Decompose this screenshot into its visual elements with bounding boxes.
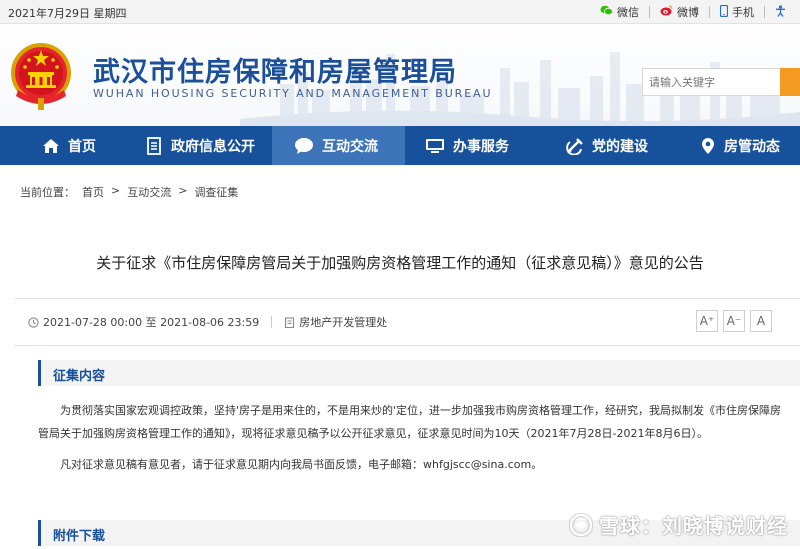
national-emblem-logo [8,40,74,112]
home-icon [43,138,59,153]
search-input[interactable] [642,68,780,96]
font-decrease-button[interactable]: A⁻ [723,310,745,332]
search-box [642,68,800,96]
accessibility-icon [775,4,786,20]
divider [14,345,800,346]
divider [764,6,765,18]
clock-icon [28,316,39,328]
site-header: 武汉市住房保障和房屋管理局 WUHAN HOUSING SECURITY AND… [0,24,800,126]
nav-item-government-info[interactable]: 政府信息公开 [135,126,272,165]
divider [709,6,710,18]
weibo-label: 微博 [677,6,699,19]
breadcrumb-item-interaction[interactable]: 互动交流 [127,184,171,200]
document-icon [147,136,161,155]
site-title: 武汉市住房保障和房屋管理局 [93,57,457,88]
divider [271,316,273,328]
monitor-icon [426,138,444,153]
section-title: 附件下载 [53,529,106,544]
breadcrumb-separator: > [178,184,188,197]
breadcrumb-item-survey[interactable]: 调查征集 [194,184,238,200]
mobile-label: 手机 [732,6,754,19]
font-size-controls: A⁺ A⁻ A [696,310,777,332]
mobile-link[interactable]: 手机 [719,4,754,20]
date-range: 2021-07-28 00:00 至 2021-08-06 23:59 [28,314,259,330]
watermark: 雪球：刘晓博说财经 [569,510,788,539]
divider [649,6,650,18]
article-meta: 2021-07-28 00:00 至 2021-08-06 23:59 房地产开… [28,314,399,330]
site-title-english: WUHAN HOUSING SECURITY AND MANAGEMENT BU… [93,87,493,100]
weibo-icon [660,5,673,19]
snowball-logo-icon [569,513,593,536]
nav-label: 办事服务 [453,138,509,155]
section-title: 征集内容 [53,369,106,384]
nav-item-housing-news[interactable]: 房管动态 [671,126,800,165]
wechat-label: 微信 [617,6,639,19]
article-paragraph: 凡对征求意见稿有意见者，请于征求意见期内向我局书面反馈，电子邮箱：whfgjsc… [60,458,543,471]
watermark-text: 雪球：刘晓博说财经 [599,514,788,538]
mobile-icon [719,4,729,20]
article-paragraph: 为贯彻落实国家宏观调控政策，坚持'房子是用来住的，不是用来炒的'定位，进一步加强… [38,404,782,440]
nav-label: 房管动态 [724,138,780,155]
department-text: 房地产开发管理处 [299,316,388,329]
section-header-content: 征集内容 [38,360,800,386]
breadcrumb-item-home[interactable]: 首页 [82,184,104,200]
wechat-link[interactable]: 微信 [600,4,639,20]
font-reset-button[interactable]: A [750,310,772,332]
department: 房地产开发管理处 [284,314,387,330]
current-date: 2021年7月29日 星期四 [8,7,127,20]
nav-item-interaction[interactable]: 互动交流 [272,126,405,165]
font-increase-button[interactable]: A⁺ [696,310,718,332]
nav-label: 首页 [68,138,96,155]
breadcrumb-separator: > [111,184,121,197]
nav-item-party-building[interactable]: 党的建设 [538,126,671,165]
wechat-icon [600,5,613,19]
breadcrumb-prefix: 当前位置： [20,186,75,199]
search-button[interactable] [780,68,800,96]
breadcrumb: 当前位置： 首页 > 互动交流 > 调查征集 [20,184,245,200]
nav-label: 互动交流 [322,138,378,155]
accessibility-link[interactable] [775,4,790,20]
top-links: 微信 微博 手机 [600,4,800,20]
weibo-link[interactable]: 微博 [660,4,699,20]
nav-label: 党的建设 [592,138,648,155]
divider [14,298,800,299]
nav-label: 政府信息公开 [171,138,255,155]
top-bar: 2021年7月29日 星期四 微信 微博 手机 [0,0,800,24]
main-nav: 首页 政府信息公开 互动交流 办事服务 党的建设 房管动态 [0,126,800,165]
date-range-text: 2021-07-28 00:00 至 2021-08-06 23:59 [43,316,260,329]
chat-icon [295,137,313,154]
nav-item-services[interactable]: 办事服务 [405,126,538,165]
party-emblem-icon [566,137,583,155]
article-title: 关于征求《市住房保障房管局关于加强购房资格管理工作的通知（征求意见稿）》意见的公… [96,254,704,272]
department-icon [285,316,295,328]
nav-item-home[interactable]: 首页 [0,126,135,165]
location-icon [702,137,714,154]
